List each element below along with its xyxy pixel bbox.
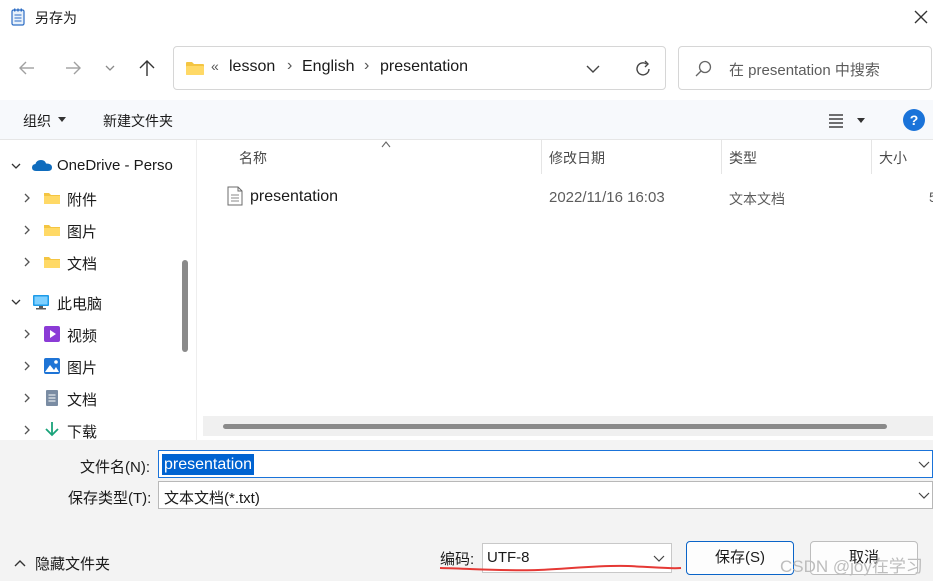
filetype-value[interactable]: 文本文档(*.txt)	[164, 487, 260, 508]
column-header-modified[interactable]: 修改日期	[549, 148, 605, 168]
sidebar-item-onedrive[interactable]: OneDrive - Perso	[0, 150, 180, 182]
chevron-up-icon[interactable]	[14, 559, 26, 567]
address-bar[interactable]: « lesson › English › presentation	[173, 46, 666, 90]
arrow-up-icon[interactable]	[135, 56, 159, 80]
sidebar-item-label: 视频	[67, 328, 98, 345]
save-button[interactable]: 保存(S)	[686, 541, 794, 575]
caret-down-icon[interactable]	[58, 117, 66, 123]
window-title: 另存为	[35, 10, 77, 26]
sort-ascending-icon	[381, 141, 391, 148]
folder-icon	[44, 225, 60, 236]
hide-folders-button[interactable]: 隐藏文件夹	[35, 553, 110, 574]
search-box[interactable]: 在 presentation 中搜索	[678, 46, 932, 90]
chevron-right-icon[interactable]	[22, 328, 32, 340]
sidebar-item-label: 图片	[67, 360, 98, 377]
sidebar-item-label: 文档	[67, 256, 98, 273]
filename-label: 文件名(N):	[80, 459, 150, 476]
scrollbar-thumb[interactable]	[223, 424, 887, 429]
chevron-right-icon[interactable]	[22, 256, 32, 268]
save-form: 文件名(N): presentation 保存类型(T): 文本文档(*.txt…	[0, 440, 933, 581]
sidebar-item-label: 附件	[67, 192, 98, 209]
chevron-down-icon[interactable]	[585, 62, 601, 76]
horizontal-scrollbar[interactable]	[203, 416, 933, 436]
text-file-icon	[227, 186, 243, 206]
column-header-type[interactable]: 类型	[729, 148, 757, 168]
notepad-icon	[11, 8, 25, 26]
sidebar-item-label: 此电脑	[57, 296, 103, 313]
chevron-down-icon[interactable]	[101, 56, 119, 80]
chevron-down-icon[interactable]	[11, 160, 21, 172]
red-underline-annotation	[439, 564, 682, 572]
sidebar-item-this-pc-pictures[interactable]: 图片	[0, 350, 180, 382]
video-folder-icon	[44, 326, 60, 342]
list-view-icon[interactable]	[828, 112, 844, 128]
column-divider[interactable]	[721, 140, 722, 174]
column-header-name[interactable]: 名称	[239, 148, 267, 168]
watermark: CSDN @joy在学习	[780, 557, 923, 576]
sidebar-item-label: 图片	[67, 224, 98, 241]
table-row[interactable]: presentation 2022/11/16 16:03 文本文档 5	[197, 182, 933, 214]
computer-icon	[33, 295, 49, 310]
sidebar-item-videos[interactable]: 视频	[0, 318, 180, 350]
chevron-down-icon[interactable]	[11, 296, 21, 308]
chevron-down-icon[interactable]	[653, 555, 665, 563]
chevron-down-icon[interactable]	[918, 461, 930, 469]
download-arrow-icon	[45, 422, 59, 437]
sidebar-item-label: 文档	[67, 392, 98, 409]
navigation-bar: « lesson › English › presentation 在 pres…	[0, 36, 933, 100]
title-bar: 另存为	[0, 0, 933, 36]
arrow-right-icon[interactable]	[61, 56, 85, 80]
sidebar-item-documents[interactable]: 文档	[0, 246, 180, 278]
address-overflow[interactable]: «	[211, 58, 219, 74]
organize-button[interactable]: 组织	[23, 111, 51, 131]
chevron-right-icon[interactable]	[22, 360, 32, 372]
command-bar: 组织 新建文件夹 ?	[0, 100, 933, 140]
breadcrumb-lesson[interactable]: lesson	[229, 58, 275, 76]
sidebar-item-this-pc[interactable]: 此电脑	[0, 286, 180, 318]
column-divider[interactable]	[541, 140, 542, 174]
documents-folder-icon	[46, 390, 58, 406]
search-icon	[695, 60, 712, 77]
sidebar-item-pictures[interactable]: 图片	[0, 214, 180, 246]
help-icon[interactable]: ?	[903, 109, 925, 131]
onedrive-cloud-icon	[32, 160, 52, 171]
filetype-label: 保存类型(T):	[68, 490, 152, 507]
filetype-select[interactable]: 文本文档(*.txt)	[158, 481, 933, 509]
breadcrumb-separator[interactable]: ›	[287, 57, 292, 75]
filename-input-value[interactable]: presentation	[162, 454, 255, 475]
folder-icon	[44, 193, 60, 204]
chevron-right-icon[interactable]	[22, 392, 32, 404]
navigation-pane: OneDrive - Perso 附件 图片 文档 此电脑 视频 图片 文档 下…	[0, 140, 196, 440]
new-folder-button[interactable]: 新建文件夹	[103, 111, 173, 131]
column-divider[interactable]	[871, 140, 872, 174]
file-modified-date: 2022/11/16 16:03	[549, 189, 665, 206]
chevron-down-icon[interactable]	[918, 492, 930, 500]
file-name[interactable]: presentation	[250, 188, 338, 206]
breadcrumb-presentation[interactable]: presentation	[380, 58, 468, 76]
file-list: 名称 修改日期 类型 大小 presentation 2022/11/16 16…	[196, 140, 933, 440]
chevron-right-icon[interactable]	[22, 224, 32, 236]
pictures-folder-icon	[44, 358, 60, 374]
sidebar-item-attachments[interactable]: 附件	[0, 182, 180, 214]
refresh-icon[interactable]	[632, 58, 654, 80]
caret-down-icon[interactable]	[857, 118, 865, 124]
column-header-size[interactable]: 大小	[879, 148, 907, 168]
arrow-left-icon[interactable]	[15, 56, 39, 80]
close-icon[interactable]	[912, 8, 930, 26]
sidebar-item-label: OneDrive - Perso	[57, 157, 173, 174]
sidebar-scrollbar[interactable]	[182, 260, 188, 352]
sidebar-item-downloads[interactable]: 下载	[0, 414, 180, 440]
sidebar-item-label: 下载	[67, 424, 98, 440]
search-placeholder: 在 presentation 中搜索	[729, 62, 880, 79]
folder-icon	[44, 257, 60, 268]
filename-field[interactable]: presentation	[158, 450, 933, 478]
chevron-right-icon[interactable]	[22, 424, 32, 436]
chevron-right-icon[interactable]	[22, 192, 32, 204]
sidebar-item-this-pc-documents[interactable]: 文档	[0, 382, 180, 414]
breadcrumb-separator[interactable]: ›	[364, 57, 369, 75]
file-type: 文本文档	[729, 191, 785, 207]
folder-icon	[186, 62, 204, 75]
file-size: 5	[929, 189, 933, 205]
breadcrumb-english[interactable]: English	[302, 58, 354, 76]
